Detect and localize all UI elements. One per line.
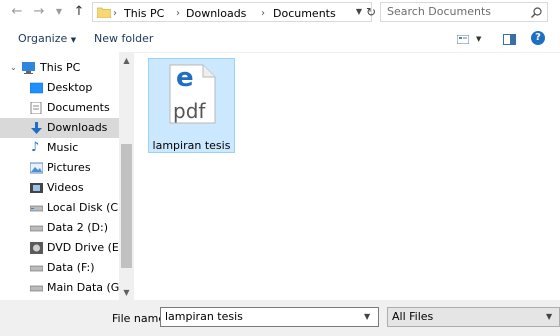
expand-chevron-icon[interactable]: ⌄: [10, 58, 17, 78]
breadcrumb-separator-icon[interactable]: ›: [176, 5, 180, 23]
nav-item-videos[interactable]: Videos: [0, 178, 119, 198]
desktop-icon: [30, 82, 43, 94]
hard-drive-icon: [30, 265, 43, 272]
preview-pane-icon[interactable]: [503, 34, 516, 45]
nav-scrollbar-thumb[interactable]: [121, 144, 132, 268]
documents-icon: [30, 102, 42, 114]
breadcrumb-separator-icon[interactable]: ›: [113, 5, 117, 23]
file-name-value: lampiran tesis: [165, 310, 243, 323]
breadcrumb-separator-icon[interactable]: ›: [261, 5, 265, 23]
navigation-pane: ⌄ This PC Desktop Documents Downloads ♪ …: [0, 52, 134, 300]
dvd-drive-icon: [30, 242, 43, 254]
new-folder-button[interactable]: New folder: [94, 32, 153, 45]
nav-item-pictures[interactable]: Pictures: [0, 158, 119, 178]
hard-drive-icon: [30, 205, 43, 212]
file-type-select[interactable]: All Files ▼: [387, 307, 560, 327]
hard-drive-icon: [30, 285, 43, 292]
nav-label: Videos: [47, 181, 84, 194]
search-icon[interactable]: [531, 7, 542, 18]
scroll-up-arrow-icon[interactable]: ▲: [119, 54, 134, 68]
nav-label: DVD Drive (E:) PE: [47, 241, 119, 254]
breadcrumb-downloads[interactable]: Downloads: [186, 5, 246, 23]
file-type-value: All Files: [392, 310, 434, 323]
hard-drive-icon: [30, 225, 43, 232]
nav-item-downloads[interactable]: Downloads: [0, 118, 119, 138]
organize-label: Organize: [18, 32, 68, 45]
computer-icon: [22, 62, 35, 74]
nav-label: Documents: [47, 101, 110, 114]
nav-label: Main Data (G:): [47, 281, 119, 294]
nav-label: Pictures: [47, 161, 91, 174]
up-arrow-icon[interactable]: ↑: [70, 2, 88, 22]
nav-label: Local Disk (C:): [47, 201, 119, 214]
film-icon: [30, 183, 43, 193]
view-dropdown-icon[interactable]: ▼: [476, 35, 481, 43]
help-icon[interactable]: ?: [531, 31, 545, 45]
nav-item-main-data-g[interactable]: Main Data (G:): [0, 278, 119, 298]
file-name-input[interactable]: lampiran tesis ▼: [160, 307, 379, 327]
scroll-down-arrow-icon[interactable]: ▼: [119, 286, 134, 300]
file-name-dropdown-icon[interactable]: ▼: [364, 308, 370, 326]
nav-item-dvd-drive-e[interactable]: DVD Drive (E:) PE: [0, 238, 119, 258]
address-row: ← → ▼ ↑ › This PC › Downloads › Document…: [0, 0, 560, 26]
back-arrow-icon[interactable]: ←: [8, 2, 26, 22]
nav-label: Music: [47, 141, 79, 154]
nav-label: This PC: [40, 61, 81, 74]
search-box[interactable]: Search Documents: [380, 2, 548, 22]
organize-button[interactable]: Organize ▼: [18, 32, 76, 45]
refresh-icon[interactable]: ↻: [362, 2, 380, 22]
music-note-icon: ♪: [31, 140, 40, 155]
nav-item-documents[interactable]: Documents: [0, 98, 119, 118]
forward-arrow-icon[interactable]: →: [30, 2, 48, 22]
file-type-dropdown-icon[interactable]: ▼: [546, 308, 552, 326]
nav-item-this-pc[interactable]: ⌄ This PC: [0, 58, 119, 78]
address-bar[interactable]: › This PC › Downloads › Documents: [92, 2, 372, 22]
organize-dropdown-icon: ▼: [70, 36, 77, 44]
nav-item-music[interactable]: ♪ Music: [0, 138, 119, 158]
pictures-icon: [30, 162, 43, 174]
nav-label: Downloads: [47, 121, 108, 134]
file-name-label: lampiran tesis: [152, 139, 231, 152]
nav-item-local-disk-c[interactable]: Local Disk (C:): [0, 198, 119, 218]
pdf-icon-label: pdf: [173, 99, 206, 123]
nav-label: Desktop: [47, 81, 93, 94]
nav-label: Data 2 (D:): [47, 221, 109, 234]
nav-item-desktop[interactable]: Desktop: [0, 78, 119, 98]
nav-item-data2-d[interactable]: Data 2 (D:): [0, 218, 119, 238]
nav-item-data-f[interactable]: Data (F:): [0, 258, 119, 278]
download-arrow-icon: [31, 122, 42, 134]
folder-icon: [97, 7, 111, 18]
command-bar: Organize ▼ New folder ▼ ?: [0, 26, 560, 53]
nav-label: Data (F:): [47, 261, 95, 274]
breadcrumb-documents[interactable]: Documents: [273, 5, 336, 23]
view-options-icon[interactable]: [457, 35, 469, 44]
edge-logo-icon: e: [176, 63, 194, 93]
recent-dropdown-icon[interactable]: ▼: [50, 2, 68, 22]
search-input[interactable]: Search Documents: [387, 3, 491, 21]
breadcrumb-this-pc[interactable]: This PC: [124, 5, 164, 23]
